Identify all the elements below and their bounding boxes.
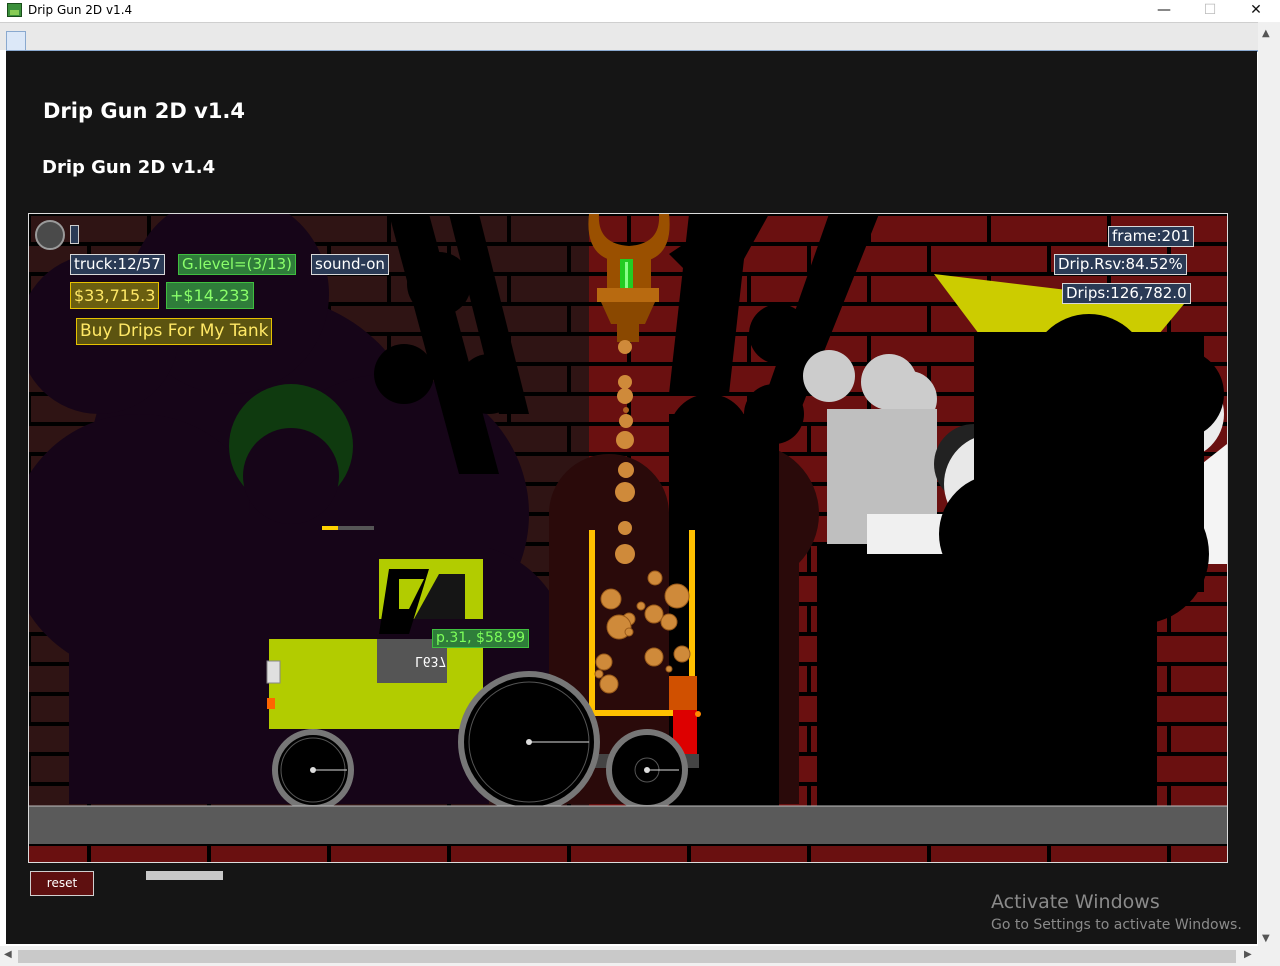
scroll-left-icon[interactable]: ◀ (4, 949, 12, 960)
brick-wall-band (29, 844, 1227, 862)
black-silo (939, 314, 1224, 624)
minimize-button[interactable]: — (1141, 0, 1187, 22)
page-subtitle: Drip Gun 2D v1.4 (42, 157, 216, 178)
game-scene: L637 (29, 214, 1227, 862)
speed-slider[interactable] (146, 871, 223, 880)
reset-button[interactable]: reset (30, 871, 94, 896)
page-title: Drip Gun 2D v1.4 (43, 99, 246, 123)
game-canvas[interactable]: L637 truck:12/57 G.level=(3/13) sound-on… (28, 213, 1228, 863)
income-display: +$14.233 (166, 282, 254, 309)
scroll-up-icon[interactable]: ▲ (1262, 28, 1270, 39)
gun-toggle-button[interactable] (35, 220, 65, 250)
horizontal-scroll-thumb[interactable] (18, 950, 1236, 963)
money-display: $33,715.3 (70, 282, 160, 309)
app-icon (7, 3, 22, 17)
scroll-down-icon[interactable]: ▼ (1262, 933, 1270, 944)
title-bar: Drip Gun 2D v1.4 — ☐ ✕ (0, 0, 1280, 22)
scroll-right-icon[interactable]: ▶ (1244, 949, 1252, 960)
gun-level: G.level=(3/13) (178, 254, 297, 275)
drip-reserve: Drip.Rsv:84.52% (1054, 254, 1187, 275)
page-tab[interactable] (6, 31, 26, 51)
buy-drips-button[interactable]: Buy Drips For My Tank (76, 318, 273, 345)
window-title: Drip Gun 2D v1.4 (28, 3, 133, 17)
truck-price-label: p.31, $58.99 (432, 629, 530, 648)
activation-watermark-subtitle: Go to Settings to activate Windows. (991, 917, 1242, 933)
sound-toggle[interactable]: sound-on (311, 254, 389, 275)
truck-plate: L637 (415, 653, 446, 668)
road (29, 806, 1227, 844)
frame-counter: frame:201 (1108, 226, 1195, 247)
vertical-scrollbar[interactable] (1258, 22, 1280, 946)
health-bar-fill (322, 526, 338, 530)
truck-counter: truck:12/57 (70, 254, 165, 275)
tab-strip (0, 22, 1280, 52)
activation-watermark-title: Activate Windows (991, 891, 1160, 913)
drips-counter: Drips:126,782.0 (1062, 283, 1191, 304)
maximize-button[interactable]: ☐ (1187, 0, 1233, 22)
menu-toggle-button[interactable] (70, 225, 79, 244)
close-button[interactable]: ✕ (1233, 0, 1279, 22)
